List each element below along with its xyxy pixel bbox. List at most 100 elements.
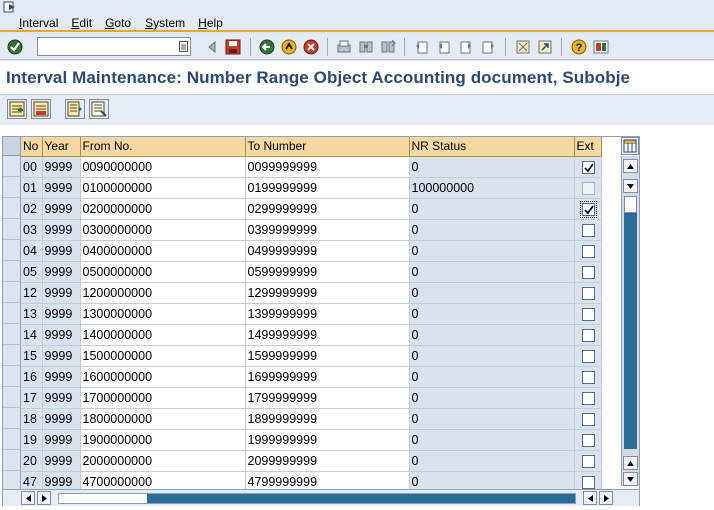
- cancel-icon[interactable]: [302, 38, 320, 56]
- nr-status-input[interactable]: 0: [409, 408, 575, 430]
- nr-status-input[interactable]: 0: [409, 240, 575, 262]
- nr-status-input[interactable]: 0: [409, 366, 575, 388]
- to-number-input[interactable]: 1299999999: [245, 282, 410, 304]
- from-number-input[interactable]: 1800000000: [80, 408, 246, 430]
- menu-interval[interactable]: Interval: [0, 15, 58, 31]
- external-checkbox[interactable]: [582, 265, 595, 279]
- row-select-button[interactable]: [3, 282, 21, 303]
- external-checkbox[interactable]: [582, 286, 595, 300]
- nr-status-input[interactable]: 0: [409, 450, 575, 472]
- help-icon[interactable]: ?: [570, 38, 588, 56]
- row-select-button[interactable]: [3, 198, 21, 219]
- history-dropdown-icon[interactable]: [179, 41, 188, 52]
- to-number-input[interactable]: 1699999999: [245, 366, 410, 388]
- to-number-input[interactable]: 0399999999: [245, 219, 410, 241]
- scroll-page-up-button[interactable]: [623, 456, 638, 470]
- command-field[interactable]: [37, 37, 191, 56]
- menu-help[interactable]: Help: [185, 15, 223, 31]
- to-number-input[interactable]: 1999999999: [245, 429, 410, 451]
- column-header-nr-status[interactable]: NR Status: [409, 137, 575, 157]
- delete-interval-icon[interactable]: [31, 99, 51, 119]
- column-header-no[interactable]: No: [21, 137, 43, 157]
- row-select-button[interactable]: [3, 219, 21, 240]
- menu-edit[interactable]: Edit: [58, 15, 92, 31]
- horizontal-scroll-thumb[interactable]: [59, 494, 147, 503]
- scroll-up-button[interactable]: [623, 159, 638, 173]
- to-number-input[interactable]: 1799999999: [245, 387, 410, 409]
- external-checkbox[interactable]: [582, 475, 595, 489]
- to-number-input[interactable]: 0099999999: [245, 156, 410, 178]
- to-number-input[interactable]: 1599999999: [245, 345, 410, 367]
- save-icon[interactable]: [224, 38, 242, 56]
- customize-layout-icon[interactable]: [592, 38, 610, 56]
- change-status-icon[interactable]: [65, 99, 85, 119]
- row-select-button[interactable]: [3, 408, 21, 429]
- external-checkbox[interactable]: [582, 244, 595, 258]
- external-checkbox[interactable]: [582, 391, 595, 405]
- from-number-input[interactable]: 1500000000: [80, 345, 246, 367]
- from-number-input[interactable]: 2000000000: [80, 450, 246, 472]
- exit-icon[interactable]: [280, 38, 298, 56]
- external-checkbox[interactable]: [582, 160, 595, 174]
- shortcut-icon[interactable]: [536, 38, 554, 56]
- horizontal-scroll-track[interactable]: [58, 493, 576, 504]
- create-session-icon[interactable]: [514, 38, 532, 56]
- scroll-right-button[interactable]: [37, 491, 51, 505]
- command-input[interactable]: [38, 38, 174, 55]
- external-checkbox[interactable]: [582, 307, 595, 321]
- row-select-button[interactable]: [3, 387, 21, 408]
- row-select-button[interactable]: [3, 261, 21, 282]
- to-number-input[interactable]: 2099999999: [245, 450, 410, 472]
- menu-goto[interactable]: Goto: [92, 15, 131, 31]
- external-checkbox[interactable]: [582, 370, 595, 384]
- external-checkbox[interactable]: [582, 349, 595, 363]
- from-number-input[interactable]: 0500000000: [80, 261, 246, 283]
- system-menu-icon[interactable]: [3, 1, 17, 13]
- nr-status-input[interactable]: 0: [409, 282, 575, 304]
- scroll-thumb[interactable]: [624, 196, 637, 213]
- nr-status-input[interactable]: 0: [409, 198, 575, 220]
- external-checkbox[interactable]: [580, 200, 597, 218]
- from-number-input[interactable]: 1700000000: [80, 387, 246, 409]
- scroll-far-right-button[interactable]: [599, 491, 613, 505]
- column-header-from-no[interactable]: From No.: [80, 137, 246, 157]
- select-all-button[interactable]: [3, 137, 21, 156]
- from-number-input[interactable]: 0090000000: [80, 156, 246, 178]
- row-select-button[interactable]: [3, 240, 21, 261]
- nr-status-input[interactable]: 0: [409, 261, 575, 283]
- nr-status-input[interactable]: 0: [409, 387, 575, 409]
- from-number-input[interactable]: 1300000000: [80, 303, 246, 325]
- table-settings-icon[interactable]: [621, 137, 639, 155]
- vertical-scrollbar[interactable]: [621, 156, 639, 486]
- to-number-input[interactable]: 0299999999: [245, 198, 410, 220]
- nr-status-input[interactable]: 0: [409, 156, 575, 178]
- from-number-input[interactable]: 0200000000: [80, 198, 246, 220]
- from-number-input[interactable]: 1200000000: [80, 282, 246, 304]
- back-arrow-left-icon[interactable]: [203, 38, 221, 56]
- row-select-button[interactable]: [3, 429, 21, 450]
- from-number-input[interactable]: 1600000000: [80, 366, 246, 388]
- previous-page-icon[interactable]: [435, 38, 453, 56]
- insert-interval-icon[interactable]: [7, 99, 27, 119]
- row-select-button[interactable]: [3, 345, 21, 366]
- first-page-icon[interactable]: [413, 38, 431, 56]
- to-number-input[interactable]: 0599999999: [245, 261, 410, 283]
- nr-status-input[interactable]: 0: [409, 429, 575, 451]
- from-number-input[interactable]: 1400000000: [80, 324, 246, 346]
- to-number-input[interactable]: 1399999999: [245, 303, 410, 325]
- menu-system[interactable]: System: [131, 15, 185, 31]
- find-next-icon[interactable]: [379, 38, 397, 56]
- to-number-input[interactable]: 1899999999: [245, 408, 410, 430]
- external-checkbox[interactable]: [582, 223, 595, 237]
- back-icon[interactable]: [258, 38, 276, 56]
- to-number-input[interactable]: 0499999999: [245, 240, 410, 262]
- print-icon[interactable]: [335, 38, 353, 56]
- to-number-input[interactable]: 0199999999: [245, 177, 410, 199]
- column-header-ext[interactable]: Ext: [574, 137, 602, 157]
- horizontal-scrollbar[interactable]: [3, 489, 639, 506]
- row-select-button[interactable]: [3, 450, 21, 471]
- row-select-button[interactable]: [3, 177, 21, 198]
- row-select-button[interactable]: [3, 156, 21, 177]
- nr-status-input[interactable]: 0: [409, 345, 575, 367]
- from-number-input[interactable]: 1900000000: [80, 429, 246, 451]
